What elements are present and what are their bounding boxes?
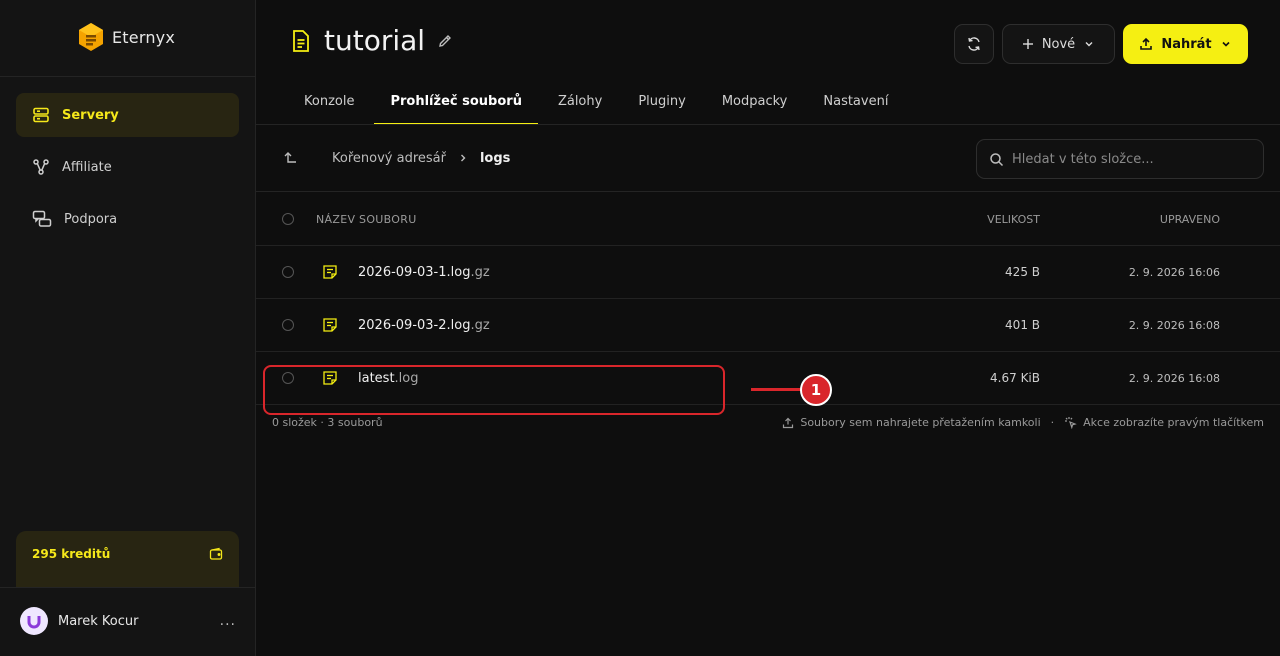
plus-icon [1022,39,1033,49]
header-name[interactable]: NÁZEV SOUBORU [316,193,417,245]
breadcrumb-root[interactable]: Kořenový adresář [332,151,446,166]
header-size[interactable]: VELIKOST [987,193,1040,245]
file-ext: .gz [470,317,490,333]
file-modified: 2. 9. 2026 16:06 [1128,265,1220,279]
actions-hint-text: Akce zobrazíte pravým tlačítkem [1083,416,1264,429]
up-directory-icon[interactable] [282,150,298,166]
table-header: NÁZEV SOUBORU VELIKOST UPRAVENO [256,193,1280,246]
wallet-icon [209,547,223,560]
brand-name: Eternyx [112,27,176,47]
file-size: 401 B [1005,318,1040,332]
chevron-right-icon [460,154,466,162]
breadcrumb-bar: Kořenový adresář logs [256,125,1280,192]
new-button[interactable]: Nové [1002,24,1115,64]
chat-bubbles-icon [32,210,52,227]
main-content: tutorial Nové Nahrát Konzole Prohlížeč s… [256,0,1280,656]
cursor-click-icon [1065,417,1077,429]
breadcrumb: Kořenový adresář logs [282,150,510,166]
file-modified: 2. 9. 2026 16:08 [1128,371,1220,385]
table-row[interactable]: 2026-09-03-2.log.gz 401 B 2. 9. 2026 16:… [256,299,1280,352]
sidebar-item-affiliate[interactable]: Affiliate [16,145,239,189]
upload-button[interactable]: Nahrát [1123,24,1248,64]
new-button-label: Nové [1041,36,1076,52]
file-modified: 2. 9. 2026 16:08 [1128,318,1220,332]
file-text-icon [323,318,337,332]
user-avatar-icon [27,616,41,629]
row-checkbox[interactable] [282,299,294,351]
file-base: 2026-09-03-2.log [358,317,471,333]
sidebar-item-label: Podpora [64,211,118,227]
file-text-icon [323,265,337,279]
file-name[interactable]: 2026-09-03-2.log.gz [322,299,490,351]
tab-file-browser[interactable]: Prohlížeč souborů [374,84,539,125]
tab-konzole[interactable]: Konzole [288,84,370,125]
file-size: 425 B [1005,265,1040,279]
upload-hint-text: Soubory sem nahrajete přetažením kamkoli [800,416,1041,429]
app-root: Eternyx Servery Affiliate Podpora 295 kr… [0,0,1280,656]
sidebar-item-label: Servery [62,107,119,123]
header-modified[interactable]: UPRAVENO [1160,193,1220,245]
tab-pluginy[interactable]: Pluginy [622,84,702,125]
server-icon [33,107,49,123]
row-checkbox[interactable] [282,246,294,298]
header-actions: Nové Nahrát [954,24,1248,64]
share-nodes-icon [33,159,49,175]
sidebar-item-servery[interactable]: Servery [16,93,239,137]
tab-bar: Konzole Prohlížeč souborů Zálohy Pluginy… [288,84,904,125]
tab-zalohy[interactable]: Zálohy [542,84,618,125]
breadcrumb-current: logs [479,150,511,166]
file-base: 2026-09-03-1.log [358,264,471,280]
sidebar-item-label: Affiliate [62,159,112,175]
document-icon [293,29,309,52]
chevron-down-icon [1085,42,1093,47]
annotation-highlight [263,365,725,415]
annotation-connector [751,388,801,391]
upload-button-label: Nahrát [1161,36,1212,52]
search-box [976,139,1264,179]
upload-icon [1140,37,1153,50]
hint-separator: · [1050,416,1055,429]
radio [282,213,294,225]
avatar [20,607,48,635]
refresh-button[interactable] [954,24,994,64]
file-size: 4.67 KiB [990,371,1040,385]
search-input[interactable] [1012,151,1252,167]
refresh-icon [968,37,980,51]
sidebar-item-podpora[interactable]: Podpora [16,197,239,241]
eternyx-logo-icon [79,23,103,51]
file-ext: .gz [470,264,490,280]
sidebar: Eternyx Servery Affiliate Podpora 295 kr… [0,0,256,656]
credits-card[interactable]: 295 kreditů [16,531,239,587]
upload-hint: Soubory sem nahrajete přetažením kamkoli [782,416,1041,429]
radio [282,319,294,331]
chevron-down-icon [1222,41,1230,47]
file-name-text: 2026-09-03-2.log.gz [358,318,490,333]
footer-hints: Soubory sem nahrajete přetažením kamkoli… [782,416,1264,429]
search-icon [990,152,1004,166]
page-title: tutorial [324,24,426,57]
brand-logo[interactable]: Eternyx [78,22,175,52]
divider [0,76,256,77]
annotation-badge: 1 [800,374,832,406]
select-all-checkbox[interactable] [282,193,294,245]
actions-hint: Akce zobrazíte pravým tlačítkem [1064,416,1264,429]
table-footer: 0 složek · 3 souborů Soubory sem nahraje… [272,416,1264,429]
more-options-icon[interactable]: ... [220,613,236,629]
radio [282,266,294,278]
file-name-text: 2026-09-03-1.log.gz [358,265,490,280]
upload-icon [783,417,794,428]
tab-modpacky[interactable]: Modpacky [706,84,804,125]
tab-nastaveni[interactable]: Nastavení [807,84,904,125]
user-name: Marek Kocur [58,613,139,629]
page-header: tutorial [290,24,453,57]
item-count: 0 složek · 3 souborů [272,416,383,429]
table-row[interactable]: 2026-09-03-1.log.gz 425 B 2. 9. 2026 16:… [256,246,1280,299]
edit-pencil-icon[interactable] [437,33,453,49]
file-name[interactable]: 2026-09-03-1.log.gz [322,246,490,298]
sidebar-nav: Servery Affiliate Podpora [16,93,239,249]
user-menu[interactable]: Marek Kocur ... [20,607,236,635]
divider [0,587,256,588]
credits-label: 295 kreditů [32,547,111,561]
